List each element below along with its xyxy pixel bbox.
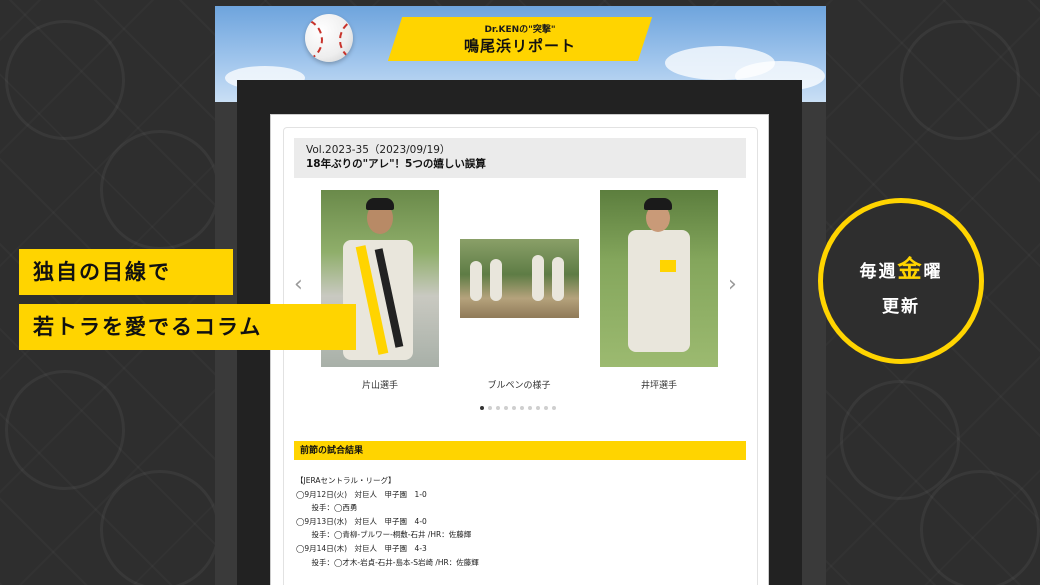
carousel-dot[interactable] [544,406,548,410]
article-card: Vol.2023-35（2023/09/19） 18年ぶりの"アレ"！5つの嬉し… [283,127,758,585]
tagline-2: 若トラを愛でるコラム [19,304,356,350]
badge-update: 更新 [882,297,920,317]
player-figure [470,261,482,301]
result-line: 【JERAセントラル・リーグ】 [296,476,396,485]
player-cap [644,198,672,210]
carousel-caption: 井坪選手 [640,381,677,391]
result-line: ◯9月14日(木) 対巨人 甲子園 4-3 [296,543,427,553]
article-volume: Vol.2023-35（2023/09/19） [306,144,451,156]
player-figure [490,259,502,301]
result-line: ◯9月13日(水) 対巨人 甲子園 4-0 [296,516,427,526]
carousel-photo-itsubo[interactable] [600,190,718,367]
carousel-dot[interactable] [528,406,532,410]
carousel-dot[interactable] [536,406,540,410]
badge-post: 曜 [923,262,943,282]
badge-pre: 毎週 [859,262,898,282]
carousel-caption: 片山選手 [361,381,398,391]
carousel-photo-bullpen[interactable] [460,239,579,318]
carousel-dot[interactable] [552,406,556,410]
badge-gold: 金 [897,255,924,283]
player-figure [628,230,690,352]
results-header: 前節の試合結果 [294,441,746,460]
article-header: Vol.2023-35（2023/09/19） 18年ぶりの"アレ"！5つの嬉し… [294,138,746,178]
result-line: 投手：◯青柳-ブルワー-桐敷-石井 /HR：佐藤輝 [304,530,472,540]
article-title: 18年ぶりの"アレ"！5つの嬉しい誤算 [306,158,486,170]
badge-schedule: 毎週金曜 [823,249,979,284]
carousel-caption: ブルペンの様子 [487,381,551,391]
player-figure [532,255,544,301]
result-line: 投手：◯才木-岩貞-石井-島本-S岩崎 /HR：佐藤輝 [304,557,479,567]
banner-title: 鳴尾浜リポート [463,37,576,55]
results-list: 【JERAセントラル・リーグ】 ◯9月12日(火) 対巨人 甲子園 1-0 投手… [296,474,736,569]
carousel-dot[interactable] [512,406,516,410]
carousel-dot[interactable] [496,406,500,410]
weekly-update-badge: 毎週金曜 更新 [818,198,984,364]
carousel-dot[interactable] [480,406,484,410]
banner-subtitle: Dr.KENの"突撃" [484,25,556,35]
result-line: ◯9月12日(火) 対巨人 甲子園 1-0 [296,489,427,499]
carousel-dot[interactable] [504,406,508,410]
jersey-number [660,260,676,272]
baseball-icon [305,14,353,62]
carousel-dots [480,406,556,410]
tagline-1: 独自の目線で [19,249,233,295]
player-figure [552,257,564,301]
carousel-dot[interactable] [520,406,524,410]
device-frame: Dr.KENの"突撃" 鳴尾浜リポート Vol.2023-35（2023/09/… [215,6,826,585]
carousel-dot[interactable] [488,406,492,410]
player-hair [366,198,394,210]
chevron-left-icon[interactable]: ‹ [294,274,303,296]
chevron-right-icon[interactable]: › [728,274,737,296]
result-line: 投手：◯西勇 [304,503,358,513]
background-stamp [876,0,1040,164]
